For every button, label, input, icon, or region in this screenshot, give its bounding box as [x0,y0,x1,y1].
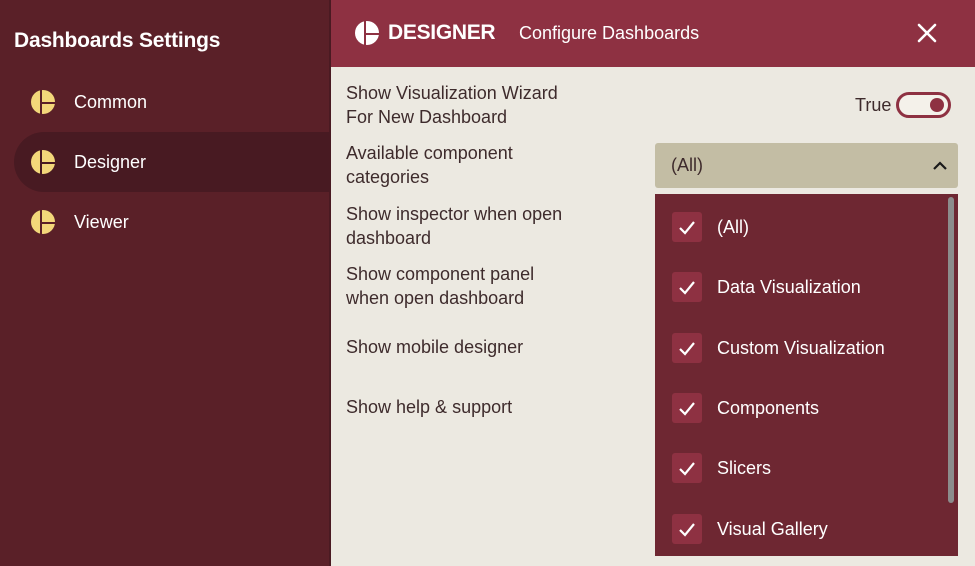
settings-panel: Show Visualization Wizard For New Dashbo… [331,67,975,566]
category-option-visual-gallery[interactable]: Visual Gallery [655,499,945,556]
checkmark-icon [679,281,695,295]
category-option-custom-visualization[interactable]: Custom Visualization [655,318,945,378]
sidebar-item-label: Viewer [74,211,129,232]
visualization-wizard-toggle[interactable] [896,92,951,118]
category-options-list: (All) Data Visualization Custom Visualiz… [655,194,958,556]
checkbox-checked[interactable] [672,453,702,483]
designer-logo-icon [355,21,379,45]
checkmark-icon [679,402,695,416]
close-icon[interactable] [915,21,939,45]
toggle-knob [930,98,944,112]
app-name: DESIGNER [388,21,496,44]
setting-label-show-inspector: Show inspector when open dashboard [346,204,563,248]
checkmark-icon [679,342,695,356]
setting-label-visualization-wizard: Show Visualization Wizard For New Dashbo… [346,83,558,127]
category-option-components[interactable]: Components [655,378,945,438]
category-option-slicers[interactable]: Slicers [655,438,945,498]
option-label: Custom Visualization [717,337,885,358]
checkbox-checked[interactable] [672,272,702,302]
pie-chart-icon [31,210,55,234]
setting-label-show-mobile-designer: Show mobile designer [346,337,524,357]
checkmark-icon [679,523,695,537]
option-label: (All) [717,216,749,237]
sidebar-item-viewer[interactable]: Viewer [14,192,331,252]
checkmark-icon [679,221,695,235]
pie-chart-icon [31,150,55,174]
toggle-value-label: True [855,95,892,115]
option-label: Slicers [717,457,772,478]
chevron-up-icon [933,161,947,170]
setting-label-show-help-support: Show help & support [346,397,513,417]
option-label: Visual Gallery [717,518,828,539]
checkbox-checked[interactable] [672,333,702,363]
list-scrollbar[interactable] [948,197,954,503]
checkbox-checked[interactable] [672,514,702,544]
setting-label-component-categories: Available component categories [346,143,513,187]
category-option-all[interactable]: (All) [655,197,945,257]
component-categories-dropdown[interactable]: (All) [655,143,958,188]
header-bar: DESIGNER Configure Dashboards [331,0,975,67]
sidebar-item-common[interactable]: Common [14,72,331,132]
checkmark-icon [679,462,695,476]
setting-label-show-component-panel: Show component panel when open dashboard [346,264,535,308]
page-title: Configure Dashboards [519,23,700,43]
dropdown-selected-value: (All) [671,155,703,175]
sidebar-title: Dashboards Settings [14,29,221,52]
option-label: Data Visualization [717,276,861,297]
option-label: Components [717,397,820,418]
sidebar-item-designer[interactable]: Designer [14,132,331,192]
checkbox-checked[interactable] [672,393,702,423]
category-option-data-visualization[interactable]: Data Visualization [655,257,945,317]
pie-chart-icon [31,90,55,114]
checkbox-checked[interactable] [672,212,702,242]
sidebar-item-label: Common [74,91,148,112]
sidebar-item-label: Designer [74,151,147,172]
sidebar: Dashboards Settings Common Designer View… [0,0,331,566]
